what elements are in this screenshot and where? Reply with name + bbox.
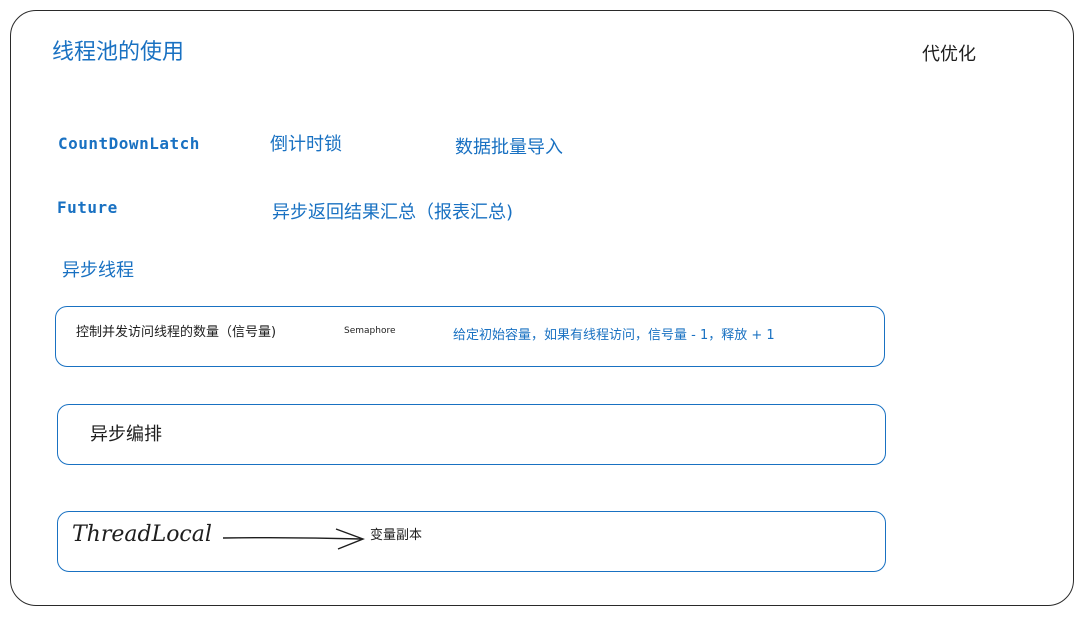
async-orchestration-label: 异步编排	[90, 424, 162, 445]
future-meaning: 异步返回结果汇总（报表汇总)	[272, 202, 514, 223]
async-thread-label: 异步线程	[62, 260, 134, 281]
async-orchestration-box: 异步编排	[57, 404, 886, 465]
semaphore-description: 给定初始容量，如果有线程访问，信号量 - 1，释放 + 1	[453, 328, 775, 343]
threadlocal-label: ThreadLocal	[72, 522, 212, 547]
countdownlatch-label: CountDownLatch	[58, 134, 200, 153]
semaphore-box-label: 控制并发访问线程的数量（信号量)	[76, 325, 277, 340]
semaphore-box: 控制并发访问线程的数量（信号量) Semaphore 给定初始容量，如果有线程访…	[55, 306, 885, 367]
threadlocal-box: ThreadLocal 变量副本	[57, 511, 886, 572]
threadlocal-arrow	[222, 528, 365, 550]
countdownlatch-use: 数据批量导入	[455, 137, 563, 158]
future-label: Future	[57, 198, 118, 217]
threadlocal-description: 变量副本	[370, 528, 423, 543]
countdownlatch-meaning: 倒计时锁	[270, 134, 342, 155]
semaphore-name: Semaphore	[344, 326, 396, 336]
diagram-title: 线程池的使用	[52, 40, 185, 65]
note-text: 代优化	[922, 44, 976, 65]
